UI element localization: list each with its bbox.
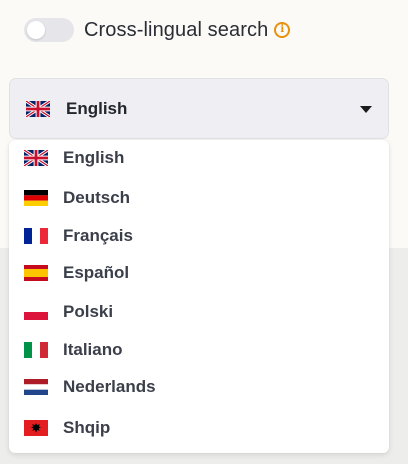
cross-lingual-label: Cross-lingual search — [84, 18, 269, 41]
language-option-label: Italiano — [63, 340, 123, 359]
uk-flag-icon — [24, 150, 48, 166]
language-option-label: English — [63, 148, 125, 167]
uk-flag-icon — [26, 100, 50, 117]
language-option-francais[interactable]: Français — [9, 219, 389, 253]
info-icon[interactable]: i — [274, 22, 291, 38]
language-option-polski[interactable]: Polski — [9, 295, 389, 329]
language-option-nederlands[interactable]: Nederlands — [9, 370, 389, 404]
germany-flag-icon — [24, 190, 48, 206]
language-option-label: Deutsch — [63, 188, 131, 207]
language-option-shqip[interactable]: Shqip — [9, 411, 389, 445]
spain-flag-icon — [24, 265, 48, 281]
language-option-italiano[interactable]: Italiano — [9, 333, 389, 367]
language-option-english[interactable]: English — [9, 141, 389, 175]
language-option-espanol[interactable]: Español — [9, 256, 389, 290]
selected-language-label: English — [66, 98, 128, 118]
language-dropdown-menu: English Deutsch Français Español Polski — [9, 140, 389, 453]
albania-flag-icon — [24, 420, 48, 436]
france-flag-icon — [24, 228, 48, 244]
language-option-label: Español — [63, 263, 130, 282]
language-option-label: Shqip — [63, 418, 111, 437]
language-option-label: Nederlands — [63, 377, 156, 396]
netherlands-flag-icon — [24, 379, 48, 395]
italy-flag-icon — [24, 342, 48, 358]
language-option-deutsch[interactable]: Deutsch — [9, 181, 389, 215]
language-option-label: Français — [63, 226, 133, 245]
toggle-knob[interactable] — [27, 21, 45, 39]
chevron-down-icon[interactable] — [360, 106, 372, 113]
language-option-label: Polski — [63, 302, 114, 321]
cross-lingual-toggle-switch[interactable] — [24, 18, 74, 42]
language-select[interactable]: English — [9, 78, 389, 139]
poland-flag-icon — [24, 304, 48, 320]
cross-lingual-toggle-row: Cross-lingual search i — [24, 17, 291, 43]
